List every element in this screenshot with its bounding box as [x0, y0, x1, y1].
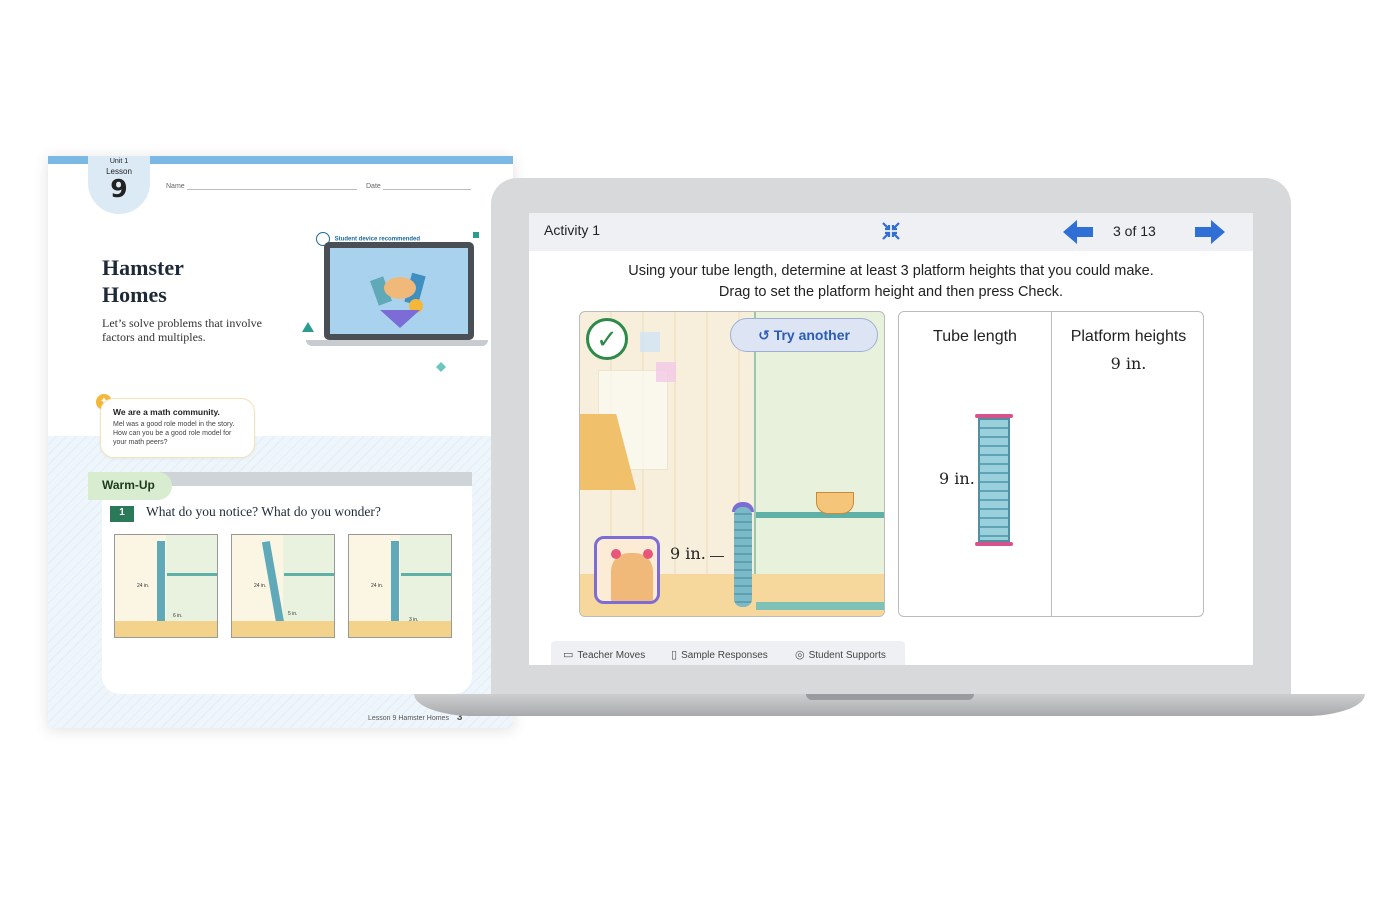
tube-length-icon: [975, 414, 1013, 546]
community-heading: We are a math community.: [113, 407, 220, 417]
platform-shelf[interactable]: [756, 512, 884, 518]
thumbnail-platform-label: 3 in.: [409, 617, 419, 623]
footer-title: Hamster Homes: [398, 715, 449, 722]
collapse-icon[interactable]: [881, 221, 901, 245]
instruction-line-2: Drag to set the platform height and then…: [718, 284, 1064, 300]
food-bowl-icon: [816, 492, 854, 514]
book-icon: ▯: [671, 649, 678, 661]
scene-platform-label: 9 in.: [670, 544, 706, 563]
lesson-badge: Unit 1 Lesson 9: [88, 156, 150, 214]
tab-sample-responses[interactable]: ▯ Sample Responses: [671, 648, 768, 661]
tube-length-label: 9 in.: [939, 469, 975, 488]
warmup-thumbnail-1: 24 in. 6 in.: [114, 534, 218, 638]
try-another-label: Try another: [773, 327, 850, 343]
instruction-line-1: Using your tube length, determine at lea…: [628, 263, 1154, 279]
sticky-note-icon: [640, 332, 660, 352]
thumbnail-tube-label: 24 in.: [137, 583, 150, 589]
check-icon: ✓: [586, 318, 628, 360]
diamond-decoration-icon: [436, 362, 446, 372]
activity-title: Activity 1: [544, 222, 601, 238]
scene-tube: [734, 507, 752, 607]
platform-height-value: 9 in.: [1110, 354, 1147, 373]
footer-lesson: Lesson 9: [368, 715, 397, 722]
hamster-scene[interactable]: ✓ ↺ Try another 9 in.: [579, 311, 885, 617]
support-tabs: ▭ Teacher Moves ▯ Sample Responses ◎ Studen…: [551, 641, 905, 665]
teacher-icon: ▭: [563, 649, 574, 661]
results-table: Tube length Platform heights 9 in. 9 in.: [898, 311, 1204, 617]
hamster-avatar: [594, 536, 660, 604]
unit-label: Unit 1: [109, 158, 129, 165]
sticky-note-icon: [656, 362, 676, 382]
tab-student-supports[interactable]: ◎ Student Supports: [795, 648, 886, 661]
activity-header: Activity 1 3 of 13: [529, 213, 1253, 251]
pagination-label: 3 of 13: [1113, 223, 1156, 239]
date-field: Date: [366, 182, 471, 190]
question-text: What do you notice? What do you wonder?: [146, 504, 381, 519]
tab-teacher-moves[interactable]: ▭ Teacher Moves: [563, 648, 645, 661]
activity-screen: Activity 1 3 of 13 Using your tube lengt…: [529, 213, 1253, 665]
warmup-thumbnail-2: 24 in. 5 in.: [231, 534, 335, 638]
try-another-button[interactable]: ↺ Try another: [730, 318, 878, 352]
workbook-page: Unit 1 Lesson 9 Name Date Hamster Homes …: [48, 156, 513, 728]
tab-label: Student Supports: [808, 650, 886, 661]
square-decoration-icon: [473, 232, 479, 238]
platform-heights-header: Platform heights: [1070, 328, 1187, 345]
warmup-thumbnail-3: 24 in. 3 in.: [348, 534, 452, 638]
thumbnail-tube-label: 24 in.: [254, 583, 267, 589]
tab-label: Sample Responses: [681, 650, 768, 661]
name-label: Name: [166, 183, 185, 190]
mini-laptop-illustration: [306, 242, 488, 350]
thumbnail-platform-label: 5 in.: [288, 611, 298, 617]
undo-icon: ↺: [758, 327, 774, 343]
triangle-decoration-icon: [302, 322, 314, 332]
hamster-tube-illustration-icon: [369, 272, 426, 328]
support-icon: ◎: [795, 649, 805, 661]
community-body: Mel was a good role model in the story. …: [113, 421, 235, 446]
community-callout: We are a math community. Mel was a good …: [100, 398, 255, 458]
warmup-tab: Warm-Up: [88, 472, 172, 500]
laptop-notch: [806, 694, 974, 700]
next-arrow-icon[interactable]: [1195, 218, 1225, 246]
thumbnail-tube-label: 24 in.: [371, 583, 384, 589]
thumbnail-platform-label: 6 in.: [173, 613, 183, 619]
workbook-subtitle: Let’s solve problems that involve factor…: [102, 316, 262, 344]
lesson-number: 9: [110, 174, 128, 203]
tube-length-header: Tube length: [933, 328, 1017, 345]
workbook-title: Hamster Homes: [102, 255, 184, 307]
name-field: Name: [166, 182, 357, 190]
tab-label: Teacher Moves: [577, 650, 646, 661]
date-label: Date: [366, 183, 381, 190]
activity-instructions: Using your tube length, determine at lea…: [529, 261, 1253, 303]
previous-arrow-icon[interactable]: [1063, 218, 1093, 246]
question-number: 1: [110, 506, 134, 522]
